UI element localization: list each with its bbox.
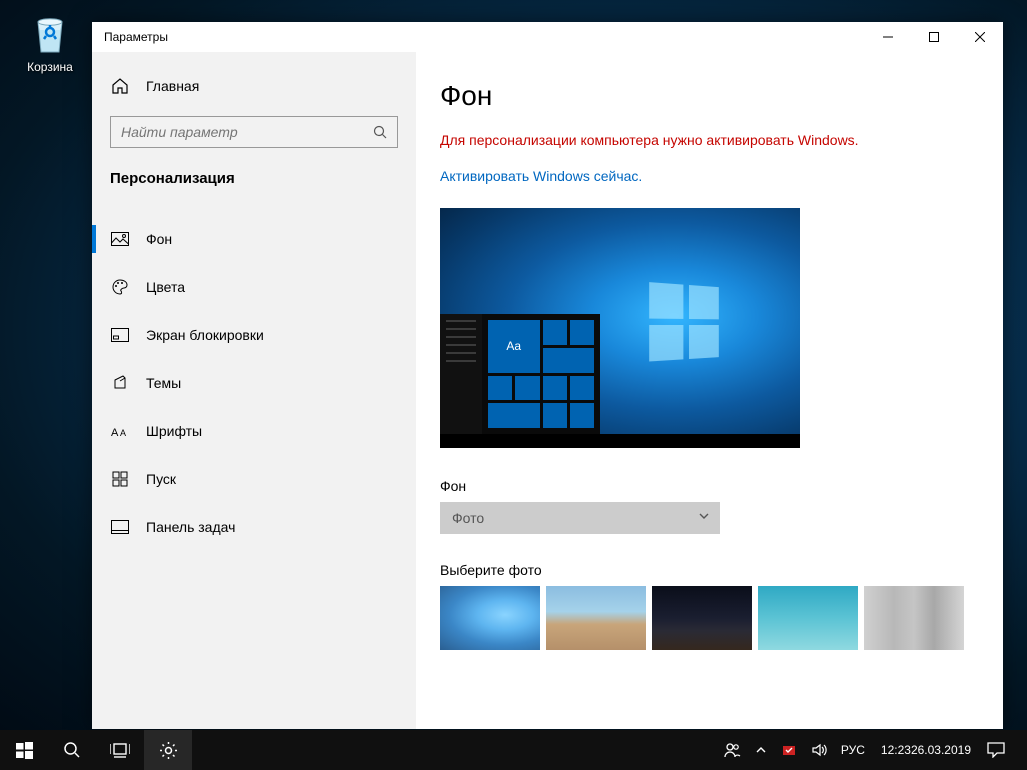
tray-overflow[interactable] bbox=[749, 730, 773, 770]
taskbar-icon bbox=[110, 520, 130, 534]
recycle-bin-label: Корзина bbox=[20, 60, 80, 74]
sidebar-item-label: Фон bbox=[146, 231, 172, 247]
tray-language[interactable]: РУС bbox=[835, 730, 871, 770]
choose-photo-label: Выберите фото bbox=[440, 562, 979, 578]
home-icon bbox=[110, 77, 130, 95]
themes-icon bbox=[110, 375, 130, 391]
photo-thumb-5[interactable] bbox=[864, 586, 964, 650]
tray-people[interactable] bbox=[717, 730, 747, 770]
titlebar[interactable]: Параметры bbox=[92, 22, 1003, 52]
search-icon bbox=[373, 125, 387, 139]
sidebar-home[interactable]: Главная bbox=[92, 66, 416, 106]
settings-window: Параметры Главная bbox=[92, 22, 1003, 729]
start-button[interactable] bbox=[0, 730, 48, 770]
svg-text:A: A bbox=[120, 428, 126, 438]
show-desktop-button[interactable] bbox=[1013, 730, 1021, 770]
minimize-button[interactable] bbox=[865, 22, 911, 52]
taskbar: РУС 12:23 26.03.2019 bbox=[0, 730, 1027, 770]
activation-warning: Для персонализации компьютера нужно акти… bbox=[440, 132, 979, 148]
picture-icon bbox=[110, 232, 130, 246]
tray-security[interactable] bbox=[775, 730, 803, 770]
tray-date: 26.03.2019 bbox=[911, 743, 971, 757]
search-input[interactable] bbox=[121, 124, 373, 140]
tray-volume[interactable] bbox=[805, 730, 833, 770]
desktop-preview: Aa bbox=[440, 208, 800, 448]
lockscreen-icon bbox=[110, 328, 130, 342]
sidebar-item-background[interactable]: Фон bbox=[92, 215, 416, 263]
background-select[interactable]: Фото bbox=[440, 502, 720, 534]
sidebar-item-label: Панель задач bbox=[146, 519, 235, 535]
photo-thumbnails bbox=[440, 586, 979, 650]
window-title: Параметры bbox=[104, 30, 865, 44]
sidebar-home-label: Главная bbox=[146, 78, 199, 94]
preview-sample-text: Aa bbox=[488, 320, 540, 373]
sidebar-item-colors[interactable]: Цвета bbox=[92, 263, 416, 311]
palette-icon bbox=[110, 278, 130, 296]
page-title: Фон bbox=[440, 80, 979, 112]
photo-thumb-2[interactable] bbox=[546, 586, 646, 650]
sidebar-item-taskbar[interactable]: Панель задач bbox=[92, 503, 416, 551]
tray-action-center[interactable] bbox=[981, 730, 1011, 770]
sidebar-item-fonts[interactable]: AA Шрифты bbox=[92, 407, 416, 455]
content: Фон Для персонализации компьютера нужно … bbox=[416, 52, 1003, 729]
taskbar-settings-button[interactable] bbox=[144, 730, 192, 770]
sidebar-item-label: Экран блокировки bbox=[146, 327, 264, 343]
recycle-bin[interactable]: Корзина bbox=[20, 10, 80, 74]
tray-clock[interactable]: 12:23 26.03.2019 bbox=[873, 730, 979, 770]
photo-thumb-4[interactable] bbox=[758, 586, 858, 650]
desktop: Корзина Параметры Главная bbox=[0, 0, 1027, 730]
sidebar-item-label: Пуск bbox=[146, 471, 176, 487]
sidebar-item-label: Шрифты bbox=[146, 423, 202, 439]
close-button[interactable] bbox=[957, 22, 1003, 52]
background-select-value: Фото bbox=[452, 510, 484, 526]
chevron-down-icon bbox=[698, 510, 710, 522]
sidebar-item-label: Темы bbox=[146, 375, 181, 391]
maximize-button[interactable] bbox=[911, 22, 957, 52]
search-input-wrap[interactable] bbox=[110, 116, 398, 148]
photo-thumb-1[interactable] bbox=[440, 586, 540, 650]
taskbar-search-button[interactable] bbox=[48, 730, 96, 770]
start-icon bbox=[110, 471, 130, 487]
fonts-icon: AA bbox=[110, 424, 130, 438]
sidebar-item-label: Цвета bbox=[146, 279, 185, 295]
sidebar-category: Персонализация bbox=[92, 164, 416, 205]
sidebar-item-themes[interactable]: Темы bbox=[92, 359, 416, 407]
task-view-button[interactable] bbox=[96, 730, 144, 770]
tray-time: 12:23 bbox=[881, 743, 911, 757]
sidebar-item-start[interactable]: Пуск bbox=[92, 455, 416, 503]
background-label: Фон bbox=[440, 478, 979, 494]
activate-link[interactable]: Активировать Windows сейчас. bbox=[440, 168, 979, 184]
photo-thumb-3[interactable] bbox=[652, 586, 752, 650]
svg-text:A: A bbox=[111, 427, 119, 438]
sidebar: Главная Персонализация Фон bbox=[92, 52, 416, 729]
sidebar-item-lockscreen[interactable]: Экран блокировки bbox=[92, 311, 416, 359]
recycle-bin-icon bbox=[26, 10, 74, 58]
